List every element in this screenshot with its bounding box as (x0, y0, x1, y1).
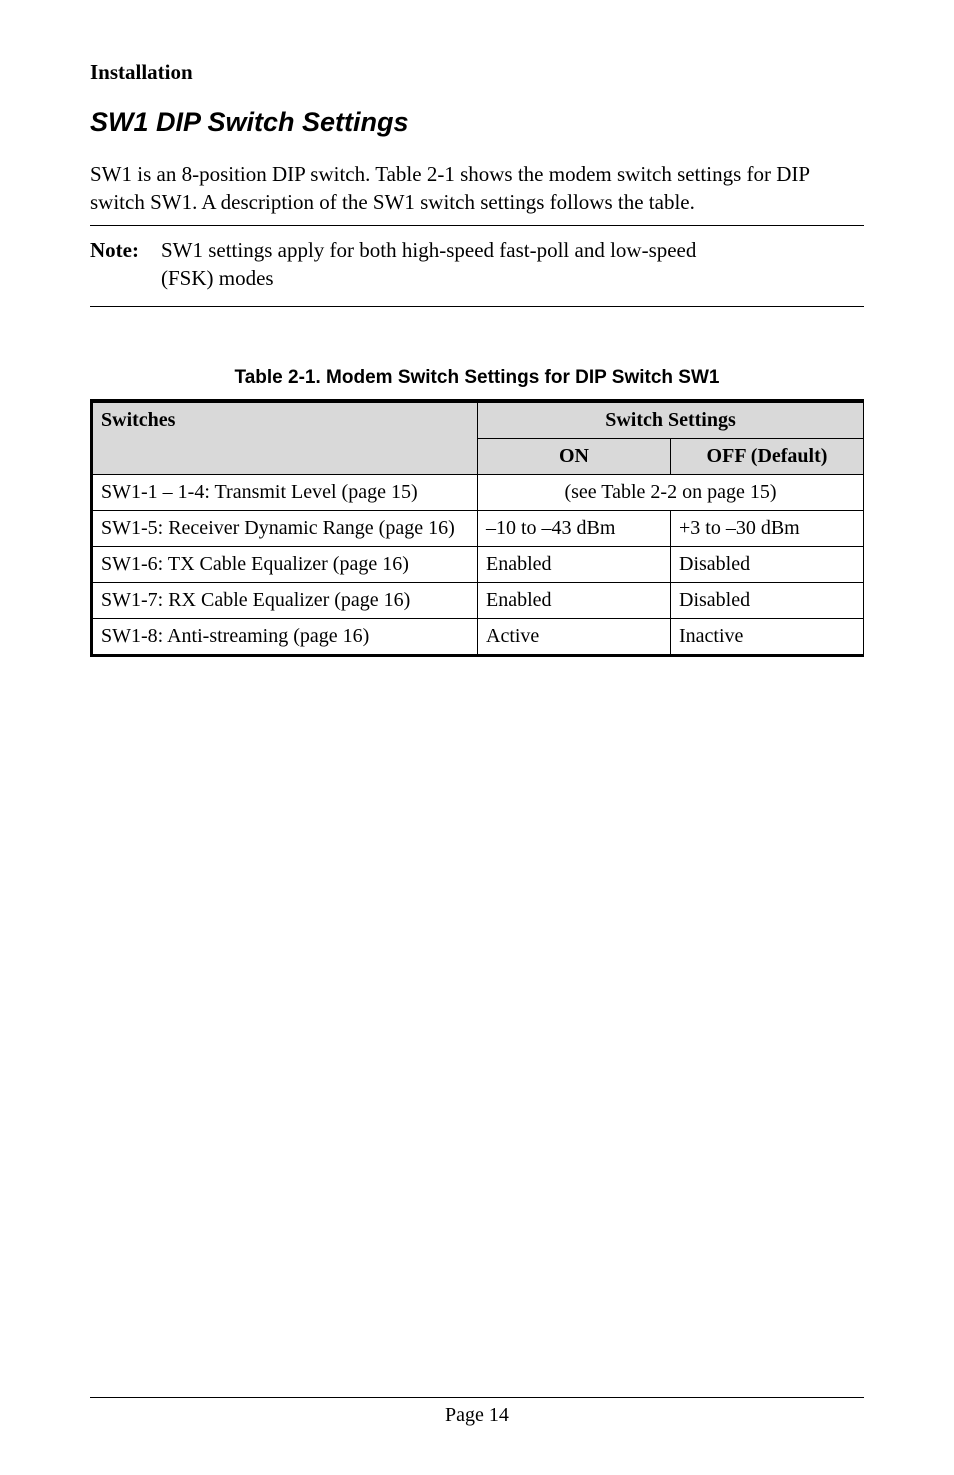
page-footer: Page 14 (90, 1397, 864, 1427)
cell-off: Disabled (671, 583, 864, 619)
table-row: SW1-5: Receiver Dynamic Range (page 16) … (92, 511, 864, 547)
cell-switch: SW1-1 – 1-4: Transmit Level (page 15) (92, 475, 478, 511)
cell-switch: SW1-7: RX Cable Equalizer (page 16) (92, 583, 478, 619)
cell-switch: SW1-5: Receiver Dynamic Range (page 16) (92, 511, 478, 547)
section-label: Installation (90, 60, 864, 85)
th-on: ON (478, 439, 671, 475)
th-switches: Switches (92, 401, 478, 475)
cell-on: Active (478, 619, 671, 656)
note-label: Note: (90, 236, 139, 293)
table-body: SW1-1 – 1-4: Transmit Level (page 15) (s… (92, 475, 864, 656)
table-row: SW1-1 – 1-4: Transmit Level (page 15) (s… (92, 475, 864, 511)
th-switch-settings: Switch Settings (478, 401, 864, 439)
cell-off: Disabled (671, 547, 864, 583)
table-row: SW1-8: Anti-streaming (page 16) Active I… (92, 619, 864, 656)
th-off: OFF (Default) (671, 439, 864, 475)
cell-on: –10 to –43 dBm (478, 511, 671, 547)
page-heading: SW1 DIP Switch Settings (90, 107, 864, 138)
note-block: Note: SW1 settings apply for both high-s… (90, 225, 864, 308)
cell-switch: SW1-6: TX Cable Equalizer (page 16) (92, 547, 478, 583)
note-text: SW1 settings apply for both high-speed f… (161, 236, 864, 293)
table-row: SW1-7: RX Cable Equalizer (page 16) Enab… (92, 583, 864, 619)
cell-off: Inactive (671, 619, 864, 656)
table-caption: Table 2-1. Modem Switch Settings for DIP… (90, 367, 864, 389)
switch-settings-table: Switches Switch Settings ON OFF (Default… (90, 399, 864, 657)
intro-paragraph: SW1 is an 8-position DIP switch. Table 2… (90, 160, 864, 217)
table-head: Switches Switch Settings ON OFF (Default… (92, 401, 864, 475)
cell-on: Enabled (478, 547, 671, 583)
table-row: SW1-6: TX Cable Equalizer (page 16) Enab… (92, 547, 864, 583)
cell-merged: (see Table 2-2 on page 15) (478, 475, 864, 511)
cell-off: +3 to –30 dBm (671, 511, 864, 547)
cell-switch: SW1-8: Anti-streaming (page 16) (92, 619, 478, 656)
page-container: Installation SW1 DIP Switch Settings SW1… (0, 0, 954, 1475)
cell-on: Enabled (478, 583, 671, 619)
